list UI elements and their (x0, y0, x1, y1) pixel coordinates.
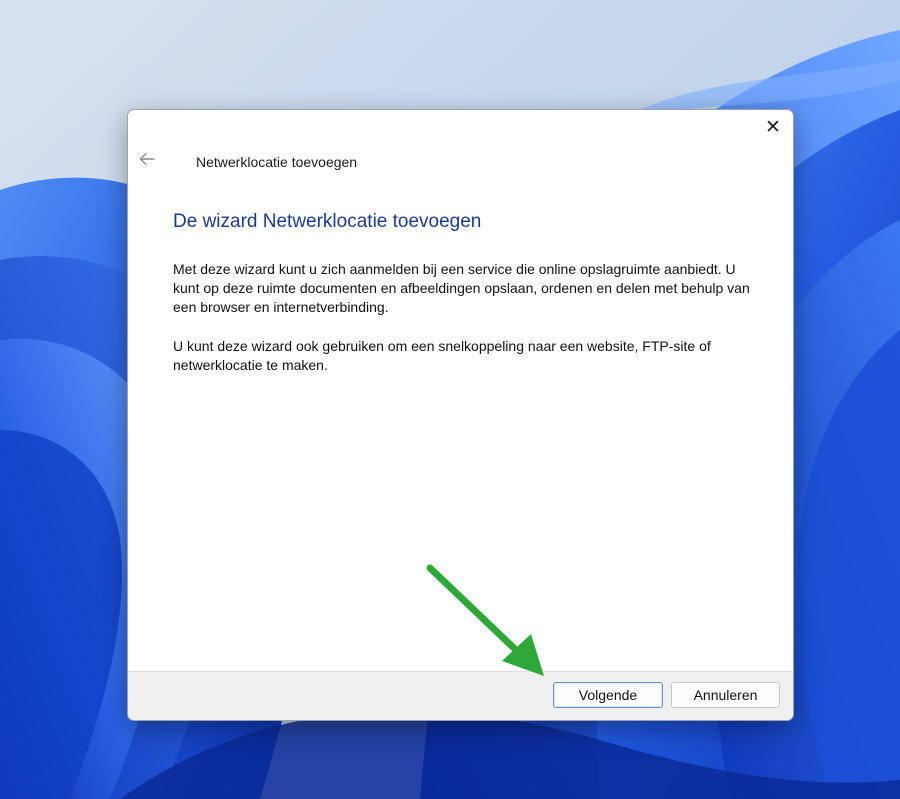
back-arrow-icon[interactable] (136, 148, 158, 170)
description-paragraph-1: Met deze wizard kunt u zich aanmelden bi… (173, 261, 750, 315)
wizard-heading: De wizard Netwerklocatie toevoegen (173, 211, 482, 232)
close-icon[interactable]: ✕ (759, 114, 787, 140)
add-network-location-dialog: ✕ Netwerklocatie toevoegen De wizard Net… (127, 109, 794, 721)
next-button[interactable]: Volgende (553, 682, 663, 708)
cancel-button[interactable]: Annuleren (671, 682, 780, 708)
dialog-footer: Volgende Annuleren (128, 671, 793, 720)
description-paragraph-2: U kunt deze wizard ook gebruiken om een … (173, 338, 711, 373)
window-title: Netwerklocatie toevoegen (196, 154, 358, 170)
